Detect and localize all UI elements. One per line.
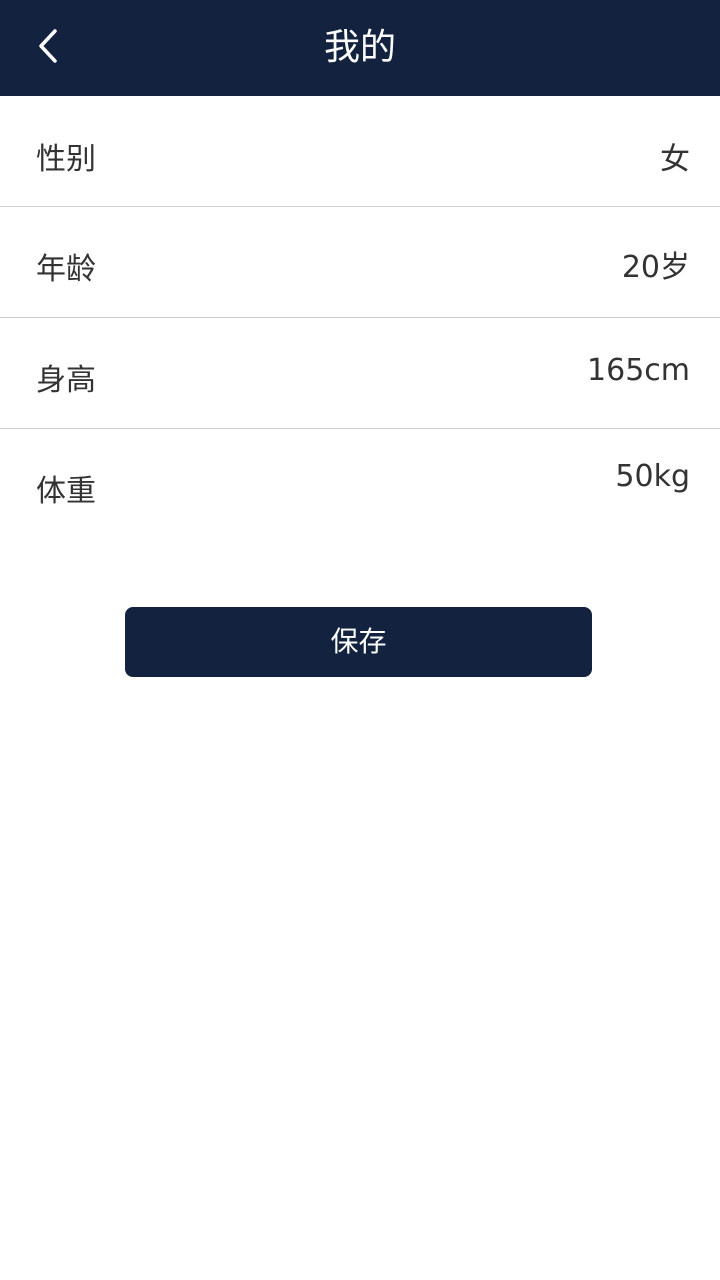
profile-row-gender[interactable]: 性别 女	[0, 96, 720, 207]
age-value: 20岁	[621, 250, 690, 285]
age-label: 年龄	[36, 252, 96, 287]
gender-label: 性别	[36, 142, 96, 177]
weight-value: 50kg	[615, 459, 690, 494]
profile-row-weight[interactable]: 体重 50kg	[0, 429, 720, 540]
profile-row-height[interactable]: 身高 165cm	[0, 318, 720, 429]
profile-list: 性别 女 年龄 20岁 身高 165cm 体重 50kg	[0, 96, 720, 540]
gender-value: 女	[660, 142, 690, 177]
height-label: 身高	[36, 363, 96, 398]
save-button[interactable]: 保存	[125, 607, 592, 677]
height-value: 165cm	[587, 353, 690, 388]
page-title: 我的	[323, 27, 396, 68]
app-header: 我的	[0, 0, 720, 96]
profile-row-age[interactable]: 年龄 20岁	[0, 207, 720, 318]
weight-label: 体重	[36, 474, 96, 509]
